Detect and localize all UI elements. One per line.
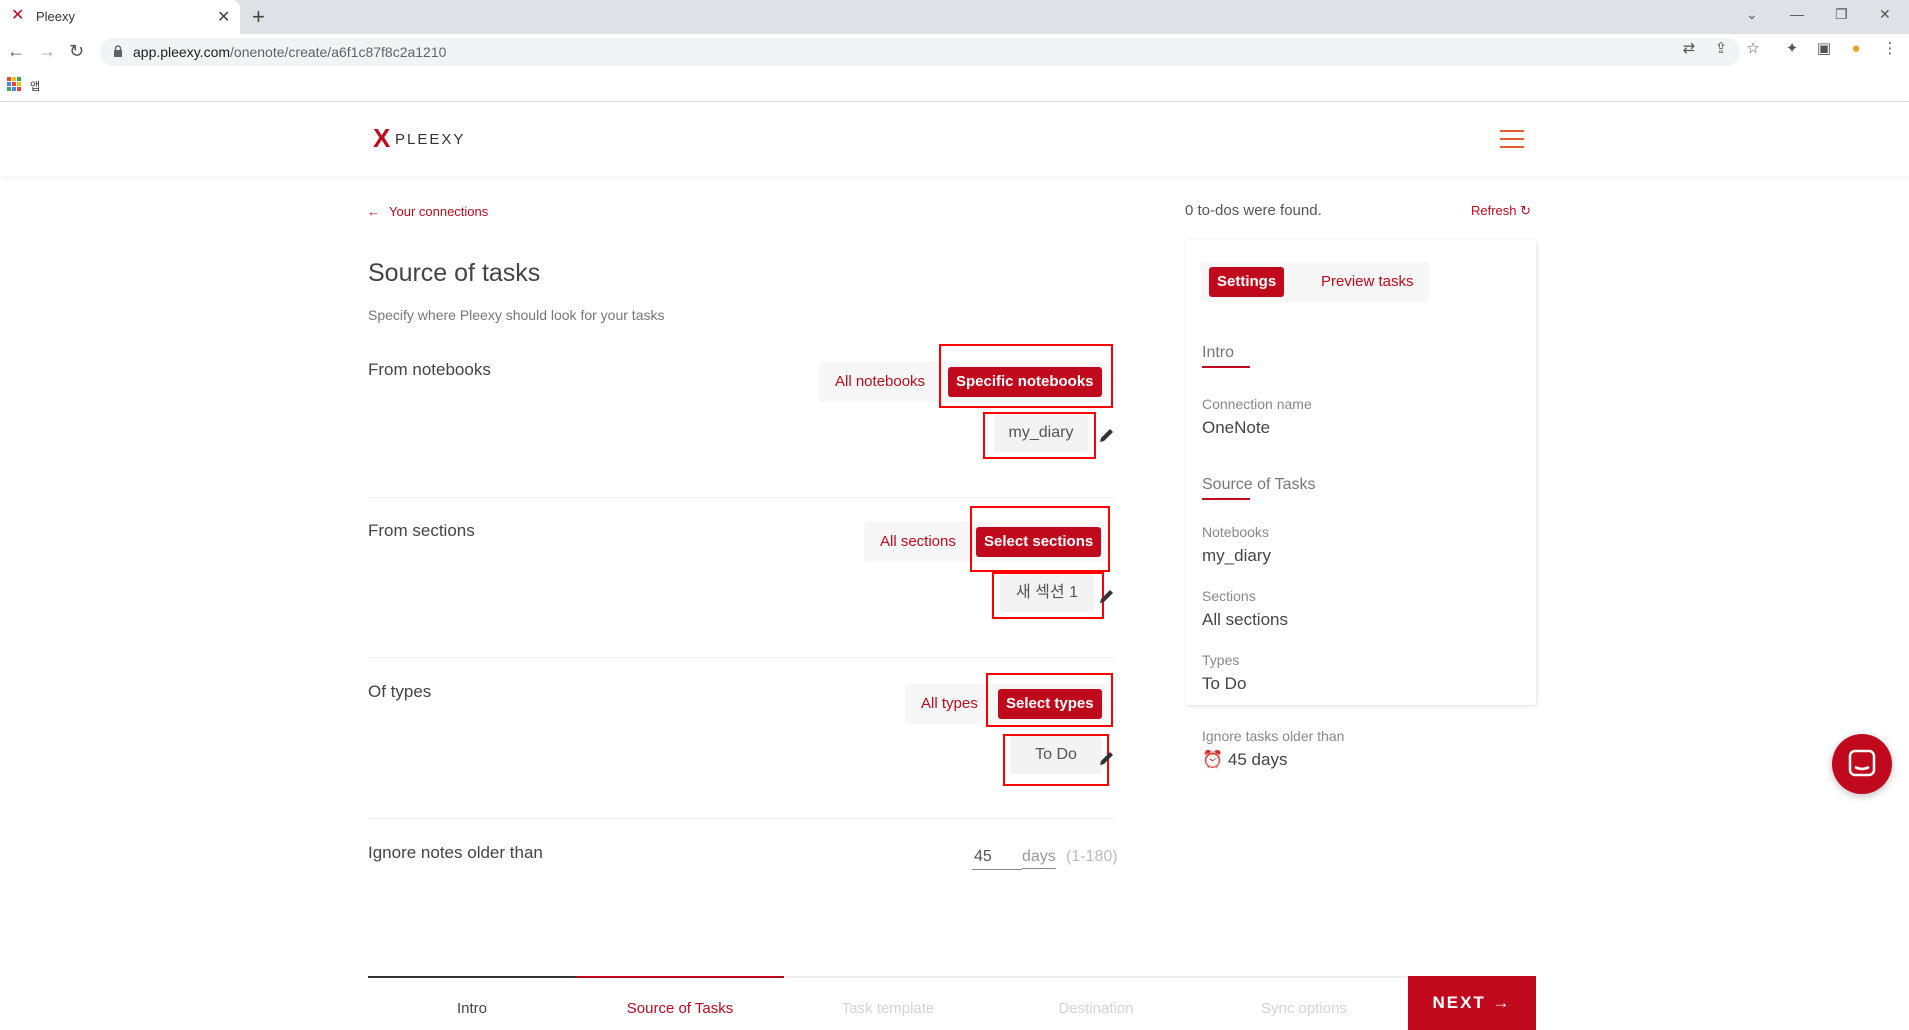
pleexy-favicon-icon: ✕ — [11, 7, 25, 24]
tab-preview-tasks[interactable]: Preview tasks — [1313, 267, 1422, 297]
connection-name-label: Connection name — [1202, 396, 1312, 412]
edit-types-pencil-icon[interactable] — [1098, 749, 1116, 767]
sections-summary-label: Sections — [1202, 588, 1256, 604]
types-summary-label: Types — [1202, 652, 1240, 668]
all-types-button[interactable]: All types — [921, 692, 978, 716]
logo-x-icon: X — [373, 123, 391, 153]
tab-search-icon[interactable]: ⌄ — [1746, 6, 1758, 23]
notebook-chip-highlight — [983, 412, 1096, 459]
address-bar: ← → ↻ app.pleexy.com/onenote/create/a6f1… — [0, 34, 1909, 70]
step-destination[interactable]: Destination — [992, 976, 1200, 1030]
browser-tab-bar: ✕ Pleexy ✕ + ⌄ — ❐ ✕ — [0, 0, 1909, 34]
refresh-button[interactable]: Refresh ↻ — [1471, 203, 1531, 219]
star-icon[interactable]: ☆ — [1745, 41, 1761, 57]
lock-icon — [114, 45, 122, 57]
arrow-right-icon: → — [1492, 993, 1512, 1012]
heading-underline — [1202, 498, 1250, 500]
ignore-summary-label: Ignore tasks older than — [1202, 728, 1345, 744]
extensions-icon[interactable]: ✦ — [1784, 41, 1800, 57]
your-connections-link[interactable]: ← Your connections — [367, 204, 488, 219]
connection-name-value: OneNote — [1202, 418, 1271, 437]
close-tab-icon[interactable]: ✕ — [217, 7, 230, 27]
panel-source-heading: Source of Tasks — [1202, 476, 1316, 493]
heading-underline — [1202, 366, 1250, 368]
tab-settings[interactable]: Settings — [1209, 267, 1285, 297]
reload-icon[interactable]: ↻ — [69, 41, 84, 62]
step-source-of-tasks[interactable]: Source of Tasks — [576, 976, 784, 1030]
main-content: ← Your connections Source of tasks Specif… — [0, 176, 1909, 1030]
profile-icon[interactable]: ● — [1848, 41, 1864, 57]
sections-label: From sections — [368, 521, 475, 540]
url-field[interactable]: app.pleexy.com/onenote/create/a6f1c87f8c… — [100, 38, 1740, 66]
alarm-clock-icon: ⏰ — [1202, 750, 1224, 769]
types-highlight — [986, 673, 1113, 727]
more-menu-icon[interactable]: ⋮ — [1882, 41, 1898, 57]
step-intro[interactable]: Intro — [368, 976, 576, 1030]
notebooks-summary-label: Notebooks — [1202, 524, 1269, 540]
notebooks-summary-value: my_diary — [1202, 546, 1271, 565]
all-sections-button[interactable]: All sections — [880, 530, 956, 554]
bookmark-apps-label[interactable]: 앱 — [30, 78, 40, 94]
tab-title: Pleexy — [36, 9, 76, 24]
ignore-days-input[interactable] — [972, 844, 1022, 870]
all-notebooks-button[interactable]: All notebooks — [835, 370, 925, 394]
notebooks-label: From notebooks — [368, 360, 491, 379]
page-title: Source of tasks — [368, 259, 541, 287]
panel-tabs: Settings Preview tasks — [1201, 262, 1429, 302]
page-subtitle: Specify where Pleexy should look for you… — [368, 307, 665, 323]
back-icon[interactable]: ← — [7, 41, 25, 62]
step-sync-options[interactable]: Sync options — [1200, 976, 1408, 1030]
ignore-notes-label: Ignore notes older than — [368, 843, 543, 862]
bookmarks-bar: 앱 — [0, 70, 1909, 102]
notebooks-highlight — [939, 344, 1113, 408]
section-chip-highlight — [992, 572, 1104, 619]
hamburger-menu-icon[interactable] — [1500, 130, 1524, 148]
share-icon[interactable]: ⇪ — [1713, 41, 1729, 57]
todos-found-status: 0 to-dos were found. — [1185, 202, 1322, 219]
days-unit-label: days — [1022, 848, 1056, 869]
url-text: app.pleexy.com/onenote/create/a6f1c87f8c… — [133, 44, 447, 60]
divider — [368, 657, 1114, 658]
edit-notebooks-pencil-icon[interactable] — [1098, 426, 1116, 444]
wizard-stepper: Intro Source of Tasks Task template Dest… — [368, 976, 1408, 1030]
sections-summary-value: All sections — [1202, 610, 1288, 629]
translate-icon[interactable]: ⇄ — [1681, 41, 1697, 57]
restore-icon[interactable]: ❐ — [1835, 6, 1848, 23]
types-label: Of types — [368, 682, 432, 701]
summary-panel: Settings Preview tasks Intro Connection … — [1185, 240, 1536, 705]
chat-icon — [1848, 749, 1876, 777]
ignore-summary-value-row: ⏰ 45 days — [1202, 750, 1288, 769]
apps-icon[interactable] — [7, 77, 21, 91]
app-header: X PLEEXY — [0, 102, 1909, 176]
days-range-label: (1-180) — [1066, 848, 1118, 865]
panel-intro-heading: Intro — [1202, 344, 1235, 361]
minimize-icon[interactable]: — — [1790, 6, 1804, 22]
close-window-icon[interactable]: ✕ — [1879, 6, 1891, 23]
type-chip-highlight — [1003, 734, 1109, 786]
sections-highlight — [970, 506, 1110, 572]
refresh-icon: ↻ — [1520, 203, 1532, 218]
side-panel-icon[interactable]: ▣ — [1816, 41, 1832, 57]
next-button[interactable]: NEXT → — [1408, 976, 1536, 1030]
browser-tab[interactable]: ✕ Pleexy ✕ — [0, 0, 240, 34]
new-tab-icon[interactable]: + — [252, 4, 265, 30]
edit-sections-pencil-icon[interactable] — [1098, 587, 1116, 605]
divider — [368, 818, 1114, 819]
chat-support-button[interactable] — [1832, 734, 1892, 794]
logo-text: PLEEXY — [395, 131, 466, 148]
forward-icon[interactable]: → — [38, 41, 56, 62]
arrow-left-icon: ← — [367, 204, 380, 219]
step-task-template[interactable]: Task template — [784, 976, 992, 1030]
divider — [368, 497, 1114, 498]
types-summary-value: To Do — [1202, 674, 1247, 693]
